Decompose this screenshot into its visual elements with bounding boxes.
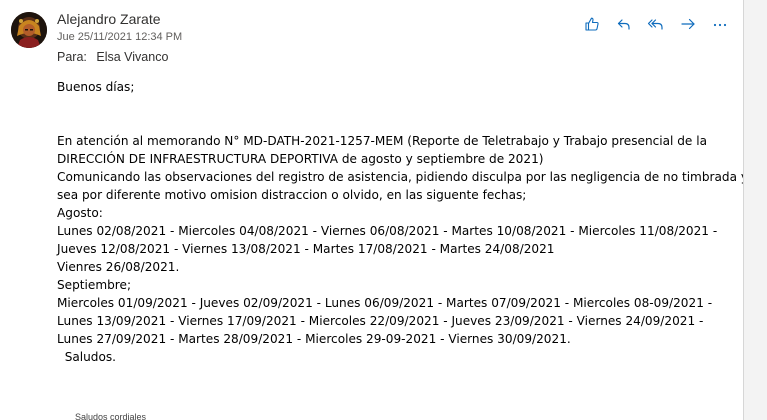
forward-icon (680, 16, 696, 32)
message-body: Buenos días; En atención al memorando N°… (57, 78, 744, 366)
like-button[interactable] (576, 14, 608, 34)
more-icon (712, 16, 728, 32)
august-dates-line: Jueves 12/08/2021 - Viernes 13/08/2021 -… (57, 242, 555, 256)
body-line: En atención al memorando N° MD-DATH-2021… (57, 134, 707, 148)
reply-all-button[interactable] (640, 14, 672, 34)
september-heading: Septiembre; (57, 278, 132, 292)
reading-pane: Alejandro Zarate Jue 25/11/2021 12:34 PM… (0, 0, 744, 420)
body-line: DIRECCIÓN DE INFRAESTRUCTURA DEPORTIVA d… (57, 152, 544, 166)
september-dates-line: Lunes 13/09/2021 - Viernes 17/09/2021 - … (57, 314, 704, 328)
thumbs-up-icon (584, 16, 600, 32)
sender-name[interactable]: Alejandro Zarate (57, 11, 161, 27)
body-line: sea por diferente motivo omision distrac… (57, 188, 527, 202)
signature-text: Saludos cordiales (75, 412, 147, 420)
august-heading: Agosto: (57, 206, 103, 220)
recipient-name[interactable]: Elsa Vivanco (96, 50, 168, 64)
to-label: Para: (57, 50, 87, 64)
september-dates-line: Miercoles 01/09/2021 - Jueves 02/09/2021… (57, 296, 713, 310)
scrollbar[interactable] (744, 0, 767, 420)
greeting-line: Buenos días; (57, 80, 135, 94)
more-actions-button[interactable] (704, 14, 736, 34)
reply-all-icon (647, 16, 665, 32)
reply-icon (616, 16, 632, 32)
message-actions (576, 14, 736, 34)
closing-line: Saludos. (57, 350, 117, 364)
forward-button[interactable] (672, 14, 704, 34)
august-dates-line: Lunes 02/08/2021 - Miercoles 04/08/2021 … (57, 224, 718, 238)
september-dates-line: Lunes 27/09/2021 - Martes 28/09/2021 - M… (57, 332, 571, 346)
body-line: Comunicando las observaciones del regist… (57, 170, 744, 184)
reply-button[interactable] (608, 14, 640, 34)
recipients-row: Para: Elsa Vivanco (57, 50, 168, 64)
august-dates-line: Vienres 26/08/2021. (57, 260, 180, 274)
sender-avatar[interactable] (11, 12, 47, 48)
message-datetime: Jue 25/11/2021 12:34 PM (57, 31, 183, 43)
